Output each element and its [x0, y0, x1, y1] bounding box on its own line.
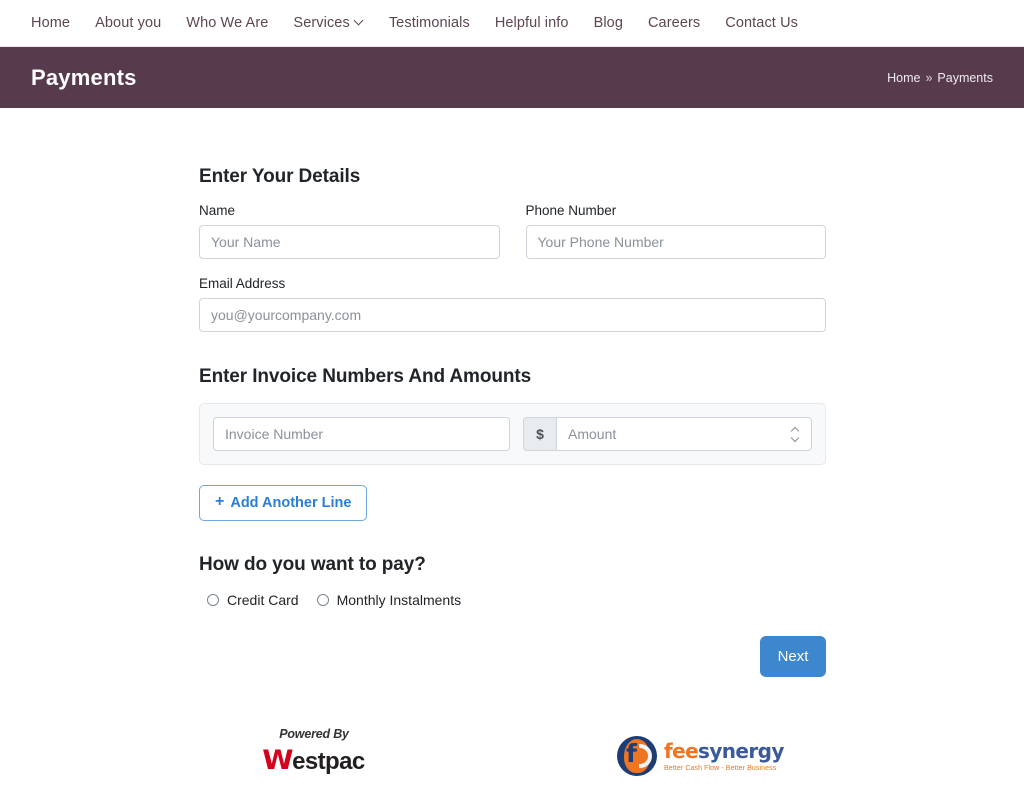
westpac-block: Powered By W estpac	[262, 727, 366, 774]
form-actions: Next	[199, 636, 826, 677]
feesynergy-wordmark: feesynergy	[664, 741, 784, 761]
invoice-line-row: $	[199, 403, 826, 465]
nav-item-home[interactable]: Home	[31, 15, 70, 31]
invoice-section: Enter Invoice Numbers And Amounts $ +	[199, 366, 826, 521]
nav-item-contact-us[interactable]: Contact Us	[725, 15, 798, 31]
footer-logos: Powered By W estpac f feesynergy Better …	[0, 727, 1024, 776]
add-another-line-button[interactable]: + Add Another Line	[199, 485, 368, 521]
nav-item-helpful-info[interactable]: Helpful info	[495, 15, 569, 31]
phone-label: Phone Number	[525, 203, 617, 218]
nav-item-label: Services	[293, 15, 350, 31]
amount-input-group: $	[523, 417, 812, 451]
feesynergy-s-curve	[639, 744, 652, 768]
amount-field-wrapper	[556, 417, 812, 451]
details-section-title: Enter Your Details	[199, 166, 361, 187]
name-input[interactable]	[199, 225, 500, 259]
main-navigation: Home About you Who We Are Services Testi…	[0, 0, 1024, 47]
feesynergy-logo: f feesynergy Better Cash Flow - Better B…	[617, 727, 784, 776]
westpac-logo: W estpac	[262, 745, 366, 776]
feesynergy-text: feesynergy Better Cash Flow - Better Bus…	[664, 741, 784, 772]
breadcrumb-home-link[interactable]: Home	[887, 71, 920, 85]
feesynergy-mark-icon: f	[617, 736, 657, 776]
breadcrumb-current: Payments	[937, 70, 993, 85]
radio-circle-icon[interactable]	[316, 594, 329, 606]
feesynergy-word-synergy: synergy	[698, 738, 784, 763]
invoice-section-title: Enter Invoice Numbers And Amounts	[199, 366, 532, 387]
page-title: Payments	[31, 64, 137, 90]
nav-item-list: Home About you Who We Are Services Testi…	[31, 15, 798, 31]
payment-method-title: How do you want to pay?	[199, 554, 426, 575]
nav-item-about-you[interactable]: About you	[95, 15, 161, 31]
nav-item-blog[interactable]: Blog	[594, 15, 623, 31]
amount-input[interactable]	[557, 418, 785, 450]
number-stepper-icon[interactable]	[785, 421, 805, 447]
email-field-group: Email Address	[199, 276, 826, 332]
westpac-wordmark: estpac	[292, 748, 365, 775]
payment-form: Enter Your Details Name Phone Number Ema…	[198, 166, 826, 677]
nav-item-label: Contact Us	[725, 15, 798, 31]
feesynergy-tagline: Better Cash Flow - Better Business	[664, 764, 777, 772]
name-label: Name	[199, 203, 236, 218]
page-banner: Payments Home » Payments	[0, 47, 1024, 108]
payment-method-section: How do you want to pay? Credit Card Mont…	[199, 554, 826, 608]
breadcrumb-separator: »	[925, 70, 933, 85]
chevron-down-icon	[355, 17, 364, 26]
stepper-down-icon[interactable]	[791, 436, 800, 441]
radio-option-credit-card[interactable]: Credit Card	[207, 592, 299, 608]
radio-circle-icon[interactable]	[207, 594, 219, 606]
nav-item-label: Blog	[593, 15, 623, 31]
phone-input[interactable]	[525, 225, 826, 259]
invoice-number-input[interactable]	[213, 417, 510, 451]
feesynergy-f-letter: f	[626, 739, 637, 768]
payment-form-page: Enter Your Details Name Phone Number Ema…	[0, 108, 1024, 776]
radio-label: Credit Card	[227, 592, 299, 608]
nav-item-services[interactable]: Services	[293, 15, 363, 31]
email-label: Email Address	[199, 276, 286, 291]
nav-item-label: Testimonials	[388, 15, 470, 31]
nav-item-label: Home	[31, 15, 71, 31]
email-input[interactable]	[199, 298, 826, 332]
nav-item-testimonials[interactable]: Testimonials	[389, 15, 470, 31]
nav-item-label: Helpful info	[494, 15, 569, 31]
payment-method-options: Credit Card Monthly Instalments	[199, 592, 826, 608]
nav-item-label: Who We Are	[186, 15, 269, 31]
stepper-up-icon[interactable]	[791, 427, 800, 432]
name-phone-row: Name Phone Number	[199, 203, 826, 259]
radio-option-monthly-instalments[interactable]: Monthly Instalments	[316, 592, 462, 608]
plus-icon: +	[215, 493, 225, 510]
nav-item-careers[interactable]: Careers	[648, 15, 700, 31]
westpac-w-mark: W	[262, 745, 294, 776]
next-button[interactable]: Next	[760, 636, 826, 677]
name-field-group: Name	[199, 203, 500, 259]
currency-symbol-addon: $	[523, 417, 556, 451]
breadcrumb: Home » Payments	[887, 71, 993, 85]
feesynergy-word-fee: fee	[664, 738, 699, 763]
phone-field-group: Phone Number	[525, 203, 826, 259]
powered-by-label: Powered By	[279, 727, 349, 741]
radio-label: Monthly Instalments	[336, 592, 462, 608]
nav-item-who-we-are[interactable]: Who We Are	[186, 15, 268, 31]
nav-item-label: Careers	[647, 15, 701, 31]
nav-item-label: About you	[95, 15, 162, 31]
add-another-line-label: Add Another Line	[230, 495, 352, 511]
